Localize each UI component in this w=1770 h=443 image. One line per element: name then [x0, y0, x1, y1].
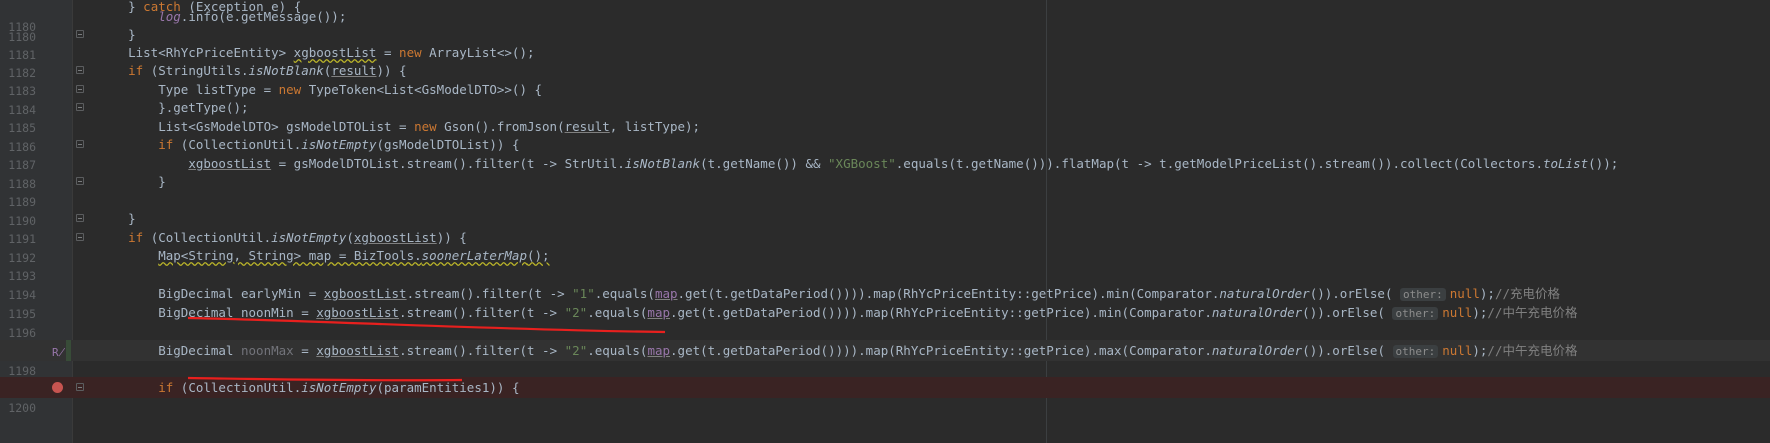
- code-text: if (CollectionUtil.isNotEmpty(gsModelDTO…: [158, 137, 520, 152]
- fold-marker-icon[interactable]: [76, 140, 84, 148]
- code-text: if (CollectionUtil.isNotEmpty(paramEntit…: [158, 380, 520, 395]
- code-text: }: [98, 211, 136, 226]
- code-line-breakpoint[interactable]: 1200 if (CollectionUtil.isNotEmpty(param…: [0, 377, 1770, 415]
- code-editor[interactable]: 1180 } catch (Exception e) { 1180 log.in…: [0, 0, 1770, 443]
- code-line[interactable]: 1185 }.getType();: [0, 97, 1770, 135]
- fold-marker-icon[interactable]: [76, 214, 84, 222]
- code-line[interactable]: 1195 BigDecimal earlyMin = xgboostList.s…: [0, 283, 1770, 321]
- code-line[interactable]: 1193 Map<String, String> map = BizTools.…: [0, 245, 1770, 283]
- code-line-current[interactable]: 1198 R̸ BigDecimal noonMax = xgboostList…: [0, 340, 1770, 378]
- code-line[interactable]: 1191 }: [0, 208, 1770, 246]
- code-line[interactable]: 1189 }: [0, 171, 1770, 209]
- code-line[interactable]: 1183 if (StringUtils.isNotBlank(result))…: [0, 60, 1770, 98]
- vcs-change-marker[interactable]: [66, 340, 71, 361]
- code-text: if (StringUtils.isNotBlank(result)) {: [128, 63, 407, 78]
- fold-marker-icon[interactable]: [76, 177, 84, 185]
- fold-marker-icon[interactable]: [76, 233, 84, 241]
- code-line[interactable]: 1197: [0, 321, 1770, 359]
- fold-marker-icon[interactable]: [76, 103, 84, 111]
- code-text: Map<String, String> map = BizTools.soone…: [158, 248, 550, 263]
- code-text: }.getType();: [98, 100, 249, 115]
- line-number: 1200: [8, 401, 36, 415]
- code-line[interactable]: 1187 if (CollectionUtil.isNotEmpty(gsMod…: [0, 134, 1770, 172]
- breakpoint-icon[interactable]: [52, 382, 63, 393]
- fold-marker-icon[interactable]: [76, 30, 84, 38]
- code-text: }: [98, 174, 166, 189]
- code-line[interactable]: 1196 BigDecimal noonMin = xgboostList.st…: [0, 302, 1770, 340]
- fold-marker-icon[interactable]: [76, 85, 84, 93]
- code-line[interactable]: 1194: [0, 264, 1770, 302]
- fold-marker-icon[interactable]: [76, 66, 84, 74]
- fold-marker-icon[interactable]: [76, 383, 84, 391]
